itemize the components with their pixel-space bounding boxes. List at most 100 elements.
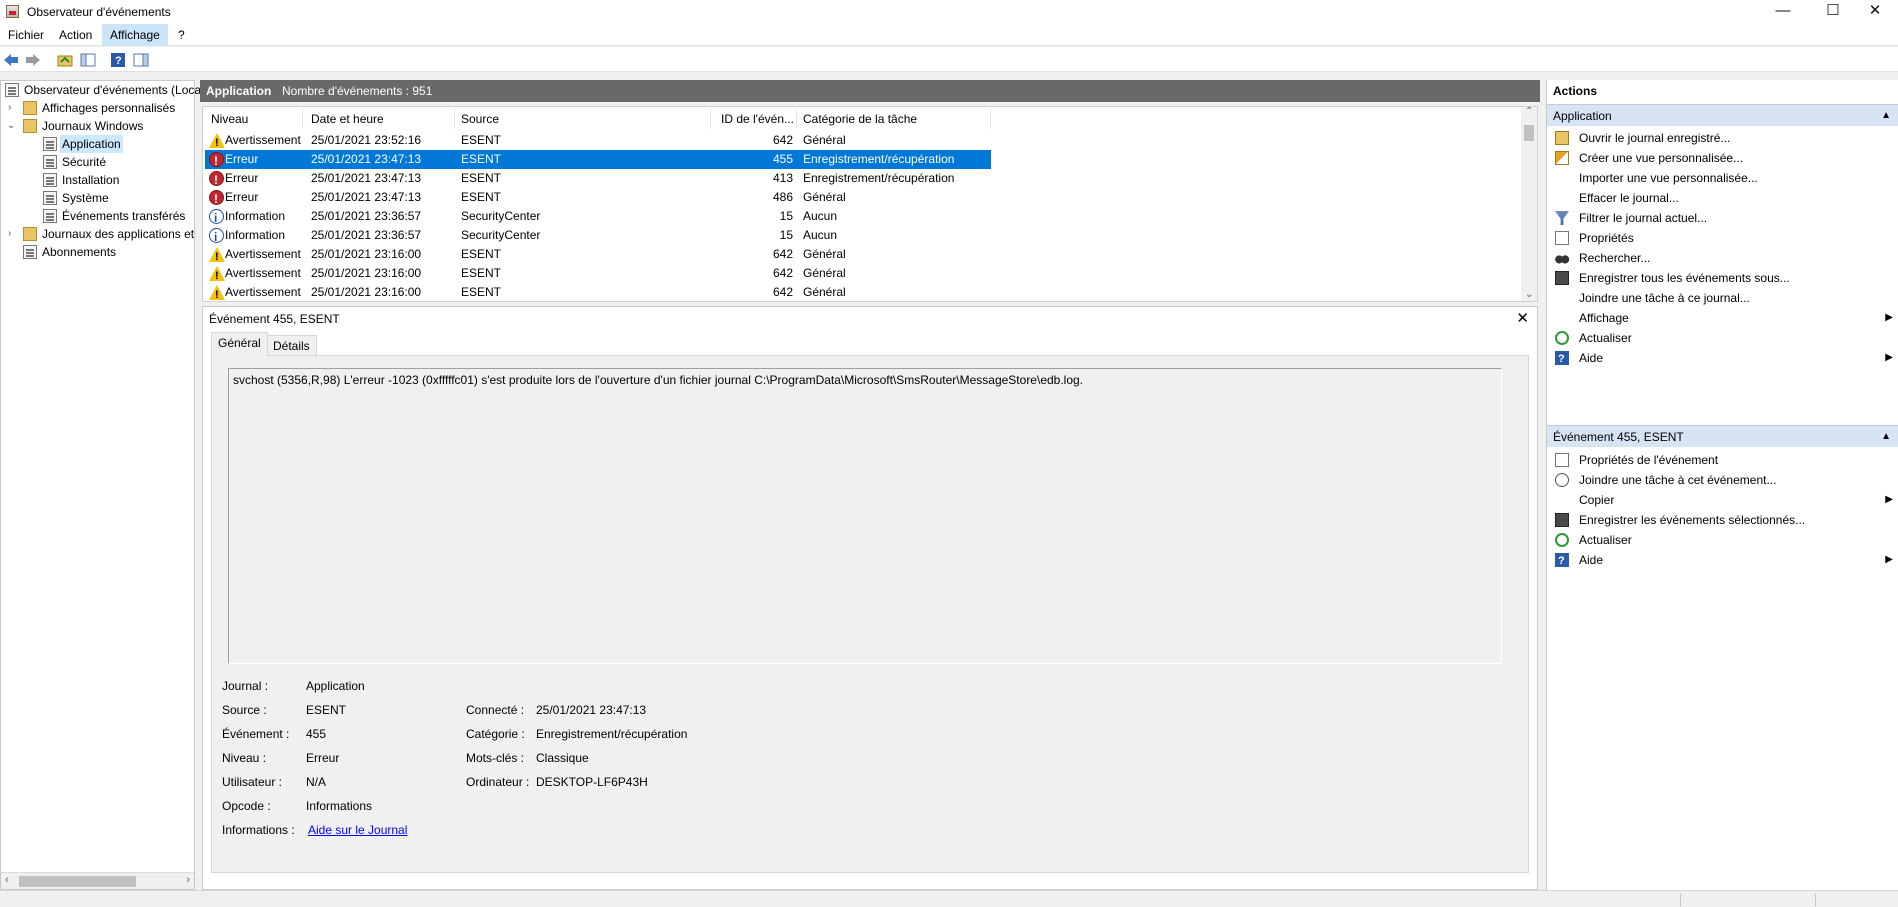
action-label: Rechercher... xyxy=(1579,251,1651,265)
warning-icon xyxy=(209,133,225,153)
column-level[interactable]: Niveau xyxy=(205,109,303,129)
error-icon xyxy=(209,190,224,209)
table-row[interactable]: Avertissement 25/01/2021 23:52:16 ESENT 642… xyxy=(205,131,991,153)
status-bar xyxy=(0,890,1898,907)
tab-details[interactable]: Détails xyxy=(266,335,317,356)
save-icon xyxy=(1555,513,1569,527)
event-message: svchost (5356,R,98) L'erreur -1023 (0xff… xyxy=(233,373,1084,387)
table-row[interactable]: Erreur 25/01/2021 23:47:13 ESENT 455 Enregis… xyxy=(205,150,991,171)
column-date[interactable]: Date et heure xyxy=(305,109,455,129)
submenu-arrow-icon: ▶ xyxy=(1885,554,1893,565)
event-viewer-app-icon xyxy=(6,5,19,18)
help-link[interactable]: Aide sur le Journal xyxy=(308,823,407,837)
up-folder-icon[interactable] xyxy=(57,52,73,68)
log-header: Application Nombre d'événements : 951 xyxy=(200,80,1540,102)
menu-view[interactable]: Affichage xyxy=(102,24,168,46)
cell-category: Général xyxy=(803,247,846,261)
action-label: Enregistrer les événements sélectionnés.… xyxy=(1579,513,1806,527)
table-row[interactable]: Avertissement 25/01/2021 23:16:00 ESENT 642… xyxy=(205,264,991,286)
scroll-thumb[interactable] xyxy=(1524,125,1534,141)
expand-chevron-icon[interactable]: › xyxy=(8,225,18,243)
table-row[interactable]: Avertissement 25/01/2021 23:16:00 ESENT 642… xyxy=(205,245,991,267)
properties-icon xyxy=(1555,231,1569,245)
subscriptions-icon xyxy=(23,245,37,259)
forward-arrow-icon[interactable] xyxy=(25,52,41,68)
action-joindre-une-t-che-cet-v-nement[interactable]: Joindre une tâche à cet événement... xyxy=(1547,470,1898,490)
scroll-up-icon[interactable]: ⌃ xyxy=(1525,107,1533,117)
table-row[interactable]: Information 25/01/2021 23:36:57 SecurityCe… xyxy=(205,207,991,228)
log-name: Application xyxy=(206,84,272,98)
column-task-category[interactable]: Catégorie de la tâche xyxy=(797,109,991,129)
scroll-thumb[interactable] xyxy=(19,876,136,887)
cell-source: ESENT xyxy=(461,190,502,204)
event-message-box[interactable]: svchost (5356,R,98) L'erreur -1023 (0xff… xyxy=(228,368,1502,664)
table-row[interactable]: Erreur 25/01/2021 23:47:13 ESENT 413 Enregis… xyxy=(205,169,991,190)
table-row[interactable]: Avertissement 25/01/2021 23:16:00 ESENT 642… xyxy=(205,283,991,301)
menu-action[interactable]: Action xyxy=(51,24,100,46)
label-level: Niveau : xyxy=(222,751,267,765)
menu-bar: Fichier Action Affichage ? xyxy=(0,24,1898,46)
tree-horizontal-scrollbar[interactable]: ‹ › xyxy=(1,872,194,889)
action-label: Créer une vue personnalisée... xyxy=(1579,151,1744,165)
event-count: Nombre d'événements : 951 xyxy=(282,84,433,98)
scroll-left-icon[interactable]: ‹ xyxy=(5,874,9,886)
detail-close-button[interactable]: ✕ xyxy=(1516,309,1529,327)
open-folder-icon xyxy=(1555,131,1569,145)
action-aide[interactable]: ? Aide ▶ xyxy=(1547,550,1898,570)
action-effacer-le-journal[interactable]: Effacer le journal... xyxy=(1547,188,1898,208)
maximize-button[interactable]: ☐ xyxy=(1810,0,1856,24)
action-importer-une-vue-personnalis-e[interactable]: Importer une vue personnalisée... xyxy=(1547,168,1898,188)
show-hide-action-pane-icon[interactable] xyxy=(133,52,149,68)
action-actualiser[interactable]: Actualiser xyxy=(1547,530,1898,550)
action-joindre-une-t-che-ce-journal[interactable]: Joindre une tâche à ce journal... xyxy=(1547,288,1898,308)
collapse-up-icon[interactable]: ▲ xyxy=(1881,426,1891,448)
actions-section-event[interactable]: Événement 455, ESENT ▲ xyxy=(1547,425,1898,447)
help-icon[interactable]: ? xyxy=(110,52,126,68)
cell-date: 25/01/2021 23:36:57 xyxy=(311,228,422,242)
scroll-right-icon[interactable]: › xyxy=(186,874,190,886)
back-arrow-icon[interactable] xyxy=(3,52,19,68)
actions-section-application[interactable]: Application ▲ xyxy=(1547,104,1898,126)
label-category: Catégorie : xyxy=(466,727,525,741)
action-copier[interactable]: Copier ▶ xyxy=(1547,490,1898,510)
table-row[interactable]: Erreur 25/01/2021 23:47:13 ESENT 486 Général xyxy=(205,188,991,209)
close-button[interactable]: ✕ xyxy=(1852,0,1898,24)
column-source[interactable]: Source xyxy=(455,109,711,129)
collapse-chevron-icon[interactable]: ⌄ xyxy=(7,117,17,135)
minimize-button[interactable]: — xyxy=(1760,0,1806,24)
cell-id: 642 xyxy=(772,266,793,280)
column-event-id[interactable]: ID de l'évén... xyxy=(715,109,797,129)
action-propri-t-s-de-l-v-nement[interactable]: Propriétés de l'événement xyxy=(1547,450,1898,470)
log-icon xyxy=(43,137,57,151)
scroll-down-icon[interactable]: ⌄ xyxy=(1525,289,1533,300)
refresh-icon xyxy=(1555,533,1569,547)
cell-source: ESENT xyxy=(461,266,502,280)
log-icon xyxy=(43,155,57,169)
expand-chevron-icon[interactable]: › xyxy=(8,99,18,117)
action-label: Importer une vue personnalisée... xyxy=(1579,171,1758,185)
action-ouvrir-le-journal-enregistr[interactable]: Ouvrir le journal enregistré... xyxy=(1547,128,1898,148)
cell-source: ESENT xyxy=(461,152,502,166)
action-affichage[interactable]: Affichage ▶ xyxy=(1547,308,1898,328)
action-cr-er-une-vue-personnalis-e[interactable]: Créer une vue personnalisée... xyxy=(1547,148,1898,168)
menu-file[interactable]: Fichier xyxy=(0,24,52,46)
event-list-scrollbar[interactable]: ⌃ ⌄ xyxy=(1521,107,1537,301)
cell-date: 25/01/2021 23:16:00 xyxy=(311,247,422,261)
action-enregistrer-les-v-nements-s-lectionn-s[interactable]: Enregistrer les événements sélectionnés.… xyxy=(1547,510,1898,530)
table-row[interactable]: Information 25/01/2021 23:36:57 SecurityCe… xyxy=(205,226,991,247)
action-actualiser[interactable]: Actualiser xyxy=(1547,328,1898,348)
label-more-info: Informations : xyxy=(222,823,295,837)
tab-general[interactable]: Général xyxy=(211,332,268,356)
collapse-up-icon[interactable]: ▲ xyxy=(1881,105,1891,127)
menu-help[interactable]: ? xyxy=(170,24,193,46)
action-rechercher[interactable]: Rechercher... xyxy=(1547,248,1898,268)
cell-category: Général xyxy=(803,133,846,147)
label-source: Source : xyxy=(222,703,267,717)
action-aide[interactable]: ? Aide ▶ xyxy=(1547,348,1898,368)
action-enregistrer-tous-les-v-nements-sous[interactable]: Enregistrer tous les événements sous... xyxy=(1547,268,1898,288)
general-tab-panel: svchost (5356,R,98) L'erreur -1023 (0xff… xyxy=(211,355,1529,873)
action-propri-t-s[interactable]: Propriétés xyxy=(1547,228,1898,248)
value-logged: 25/01/2021 23:47:13 xyxy=(536,703,647,717)
action-filtrer-le-journal-actuel[interactable]: Filtrer le journal actuel... xyxy=(1547,208,1898,228)
show-hide-tree-icon[interactable] xyxy=(80,52,96,68)
